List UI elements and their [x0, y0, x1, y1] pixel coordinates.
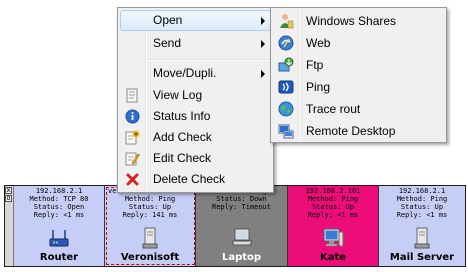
- menu-item-label: Move/Dupli.: [153, 66, 217, 80]
- submenu-arrow-icon: [261, 17, 265, 25]
- submenu-item-windows-shares[interactable]: Windows Shares: [273, 10, 444, 32]
- submenu-item-label: Remote Desktop: [306, 124, 396, 138]
- open-submenu: Windows Shares Web Ftp Ping Trace rout R…: [270, 7, 447, 143]
- device-method: Method: Ping: [124, 195, 176, 203]
- device-method: Method: Ping: [307, 195, 359, 203]
- submenu-item-label: Trace rout: [306, 102, 361, 116]
- server-icon: [140, 227, 160, 251]
- device-name: Laptop: [221, 252, 262, 263]
- device-name: Router: [39, 252, 79, 263]
- device-method: Method: TCP 80: [29, 195, 89, 203]
- device-tile-veronisoft[interactable]: ve Method: Ping Status: Up Reply: 141 ms…: [105, 186, 196, 266]
- device-tile-mail-server[interactable]: 192.168.2.1 Method: Ping Status: Up Repl…: [379, 186, 465, 266]
- edit-check-icon: [125, 151, 140, 166]
- router-icon: [48, 227, 70, 251]
- server-icon: [412, 227, 432, 251]
- submenu-item-label: Windows Shares: [306, 14, 397, 28]
- submenu-item-remote-desktop[interactable]: Remote Desktop: [273, 120, 444, 142]
- menu-item-status-info[interactable]: Status Info: [120, 106, 271, 127]
- menu-item-delete-check[interactable]: Delete Check: [120, 169, 271, 190]
- desktop-icon: [321, 227, 345, 251]
- device-reply: Reply: <1 ms: [33, 211, 85, 219]
- globe-icon: [278, 101, 294, 117]
- submenu-item-ftp[interactable]: Ftp: [273, 54, 444, 76]
- submenu-item-label: Web: [306, 36, 331, 50]
- device-method: Method: Ping: [396, 195, 448, 203]
- strip-close-button[interactable]: x: [5, 187, 12, 194]
- device-name: Mail Server: [389, 252, 455, 263]
- device-reply: Reply: Timeout: [211, 203, 271, 211]
- device-ip: 192.168.2.1: [398, 187, 446, 195]
- device-status: Status: Down: [216, 195, 267, 203]
- laptop-icon: [230, 227, 254, 251]
- device-status: Status: Up: [128, 203, 172, 211]
- device-status: Status: Open: [33, 203, 85, 211]
- menu-item-add-check[interactable]: Add Check: [120, 127, 271, 148]
- delete-icon: [125, 172, 140, 187]
- strip-handle[interactable]: x o: [5, 186, 14, 266]
- log-icon: [125, 88, 140, 103]
- device-name: Kate: [319, 252, 347, 263]
- menu-item-label: Status Info: [153, 109, 211, 123]
- menu-item-send[interactable]: Send: [120, 33, 271, 54]
- menu-item-move-duplicate[interactable]: Move/Dupli.: [120, 63, 271, 84]
- menu-item-view-log[interactable]: View Log: [120, 85, 271, 106]
- ping-icon: [278, 79, 294, 95]
- submenu-item-ping[interactable]: Ping: [273, 76, 444, 98]
- submenu-arrow-icon: [261, 40, 265, 48]
- device-tile-kate[interactable]: 192.168.2.101 Method: Ping Status: Up Re…: [288, 186, 379, 266]
- menu-item-label: Delete Check: [153, 172, 226, 186]
- ftp-icon: [278, 57, 294, 73]
- menu-item-open[interactable]: Open: [120, 10, 271, 31]
- submenu-item-web[interactable]: Web: [273, 32, 444, 54]
- device-reply: Reply: <1 ms: [307, 211, 359, 219]
- remote-desktop-icon: [278, 123, 294, 139]
- device-ip: 192.168.2.101: [305, 187, 361, 195]
- device-reply: Reply: 141 ms: [122, 211, 178, 219]
- windows-shares-icon: [278, 13, 294, 29]
- submenu-item-trace-route[interactable]: Trace rout: [273, 98, 444, 120]
- menu-item-label: Open: [153, 13, 183, 27]
- web-icon: [278, 35, 294, 51]
- context-menu: Open Send Move/Dupli. View Log Status In…: [117, 7, 274, 193]
- menu-item-label: View Log: [153, 88, 203, 102]
- strip-restore-button[interactable]: o: [5, 195, 12, 202]
- device-status: Status: Up: [400, 203, 444, 211]
- submenu-arrow-icon: [261, 70, 265, 78]
- info-icon: [125, 109, 140, 124]
- menu-item-label: Send: [153, 36, 182, 50]
- device-strip: x o 192.168.2.1 Method: TCP 80 Status: O…: [4, 185, 466, 267]
- device-tile-router[interactable]: 192.168.2.1 Method: TCP 80 Status: Open …: [14, 186, 105, 266]
- device-status: Status: Up: [311, 203, 355, 211]
- menu-item-label: Edit Check: [153, 151, 212, 165]
- device-ip: 192.168.2.1: [35, 187, 83, 195]
- device-reply: Reply: <1 ms: [396, 211, 448, 219]
- submenu-item-label: Ping: [306, 80, 331, 94]
- menu-item-edit-check[interactable]: Edit Check: [120, 148, 271, 169]
- submenu-item-label: Ftp: [306, 58, 324, 72]
- device-name: Veronisoft: [120, 252, 180, 263]
- device-tile-laptop[interactable]: Method: Ping Status: Down Reply: Timeout…: [196, 186, 288, 266]
- menu-item-label: Add Check: [153, 130, 212, 144]
- menu-separator: [148, 59, 269, 61]
- add-check-icon: [125, 130, 140, 145]
